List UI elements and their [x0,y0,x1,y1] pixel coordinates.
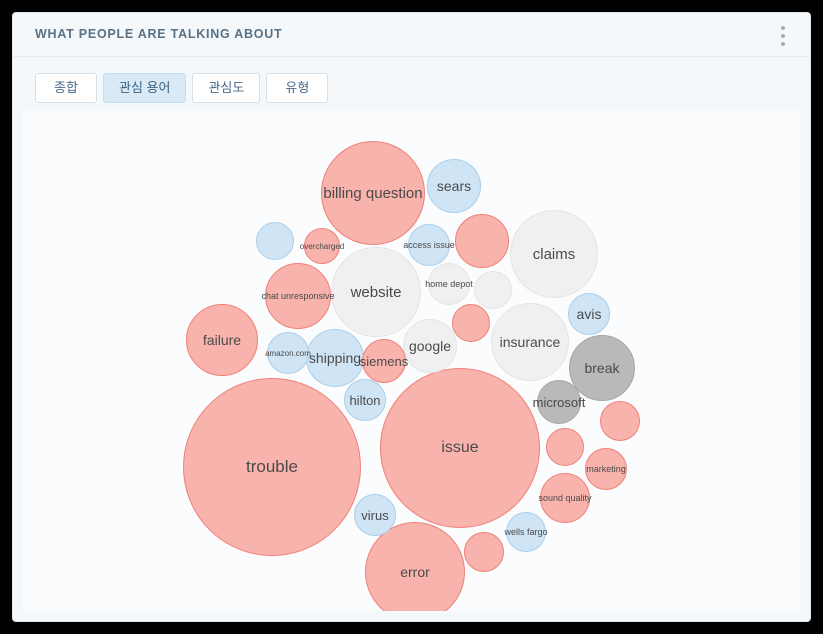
bubble-label: break [584,360,620,376]
bubble-label: overcharged [299,241,345,251]
bubble-unlabeled-26[interactable] [546,428,584,466]
bubble-label: trouble [246,457,298,476]
bubble-label: website [350,283,402,301]
bubble-unlabeled-24[interactable] [600,401,640,441]
bubble-label: home depot [425,279,473,289]
bubble-label: issue [441,439,479,456]
bubble-chart: trouble issue billing question website claim… [23,111,800,611]
bubble-chat-unresponsive[interactable]: chat unresponsive [261,263,335,329]
bubble-label: sound quality [538,493,592,503]
bubble-avis[interactable]: avis [568,293,610,335]
bubble-access-issue[interactable]: access issue [403,224,455,266]
bubble-label: billing question [323,184,423,202]
bubble-overcharged[interactable]: overcharged [300,228,344,264]
bubble-label: sears [436,178,472,194]
bubble-unlabeled-29[interactable] [464,532,504,572]
bubble-label: chat unresponsive [261,291,335,301]
tab-2[interactable]: 관심도 [192,73,261,103]
kebab-dot-1 [781,26,785,30]
page-title: WHAT PEOPLE ARE TALKING ABOUT [35,27,283,41]
bubble-sears[interactable]: sears [427,159,481,213]
bubble-trouble[interactable]: trouble [183,378,361,556]
bubble-unlabeled-23[interactable] [452,304,490,342]
bubble-virus[interactable]: virus [354,494,396,536]
tab-3[interactable]: 유형 [266,73,329,103]
bubble-label: microsoft [532,394,586,410]
bubble-unlabeled-22[interactable] [474,271,512,309]
bubble-claims[interactable]: claims [510,210,598,298]
bubble-label: wells fargo [504,527,548,537]
bubble-google[interactable]: google [403,319,457,373]
bubble-amazon-com[interactable]: amazon.com [265,332,311,374]
bubble-label: shipping [308,350,362,366]
bubble-label: google [408,338,452,354]
bubble-shipping[interactable]: shipping [306,329,364,387]
bubble-billing-question[interactable]: billing question [321,141,425,245]
kebab-dot-3 [781,42,785,46]
bubble-label: siemens [359,353,409,369]
tab-0[interactable]: 종합 [35,73,97,103]
card-header: WHAT PEOPLE ARE TALKING ABOUT [13,13,810,57]
bubble-microsoft[interactable]: microsoft [533,380,585,424]
bubble-label: amazon.com [265,348,311,358]
tab-bar: 종합 관심 용어 관심도 유형 [35,73,329,103]
bubble-label: insurance [499,334,561,350]
bubble-label: marketing [586,464,626,474]
bubble-failure[interactable]: failure [186,304,258,376]
tab-1[interactable]: 관심 용어 [103,73,187,103]
bubble-label: claims [532,245,576,263]
bubble-hilton[interactable]: hilton [344,379,386,421]
screenshot-frame: WHAT PEOPLE ARE TALKING ABOUT 종합 관심 용어 관심도… [0,0,823,634]
bubble-unlabeled-31[interactable] [256,222,294,260]
kebab-dot-2 [781,34,785,38]
bubble-label: virus [361,507,389,523]
kebab-menu-icon[interactable] [774,24,792,48]
widget-card: WHAT PEOPLE ARE TALKING ABOUT 종합 관심 용어 관심도… [12,12,811,622]
bubble-sound-quality[interactable]: sound quality [538,473,592,523]
bubble-wells-fargo[interactable]: wells fargo [504,512,548,552]
bubble-unlabeled-13[interactable] [455,214,509,268]
bubble-issue[interactable]: issue [380,368,540,528]
bubble-marketing[interactable]: marketing [585,448,627,490]
bubble-label: hilton [349,392,381,408]
bubble-home-depot[interactable]: home depot [425,263,473,305]
bubble-insurance[interactable]: insurance [491,303,569,381]
bubble-label: failure [202,332,242,348]
bubble-label: error [400,564,430,580]
bubble-break[interactable]: break [569,335,635,401]
bubble-label: access issue [403,240,455,250]
bubble-label: avis [576,306,602,322]
bubble-website[interactable]: website [331,247,421,337]
bubble-siemens[interactable]: siemens [359,339,409,383]
